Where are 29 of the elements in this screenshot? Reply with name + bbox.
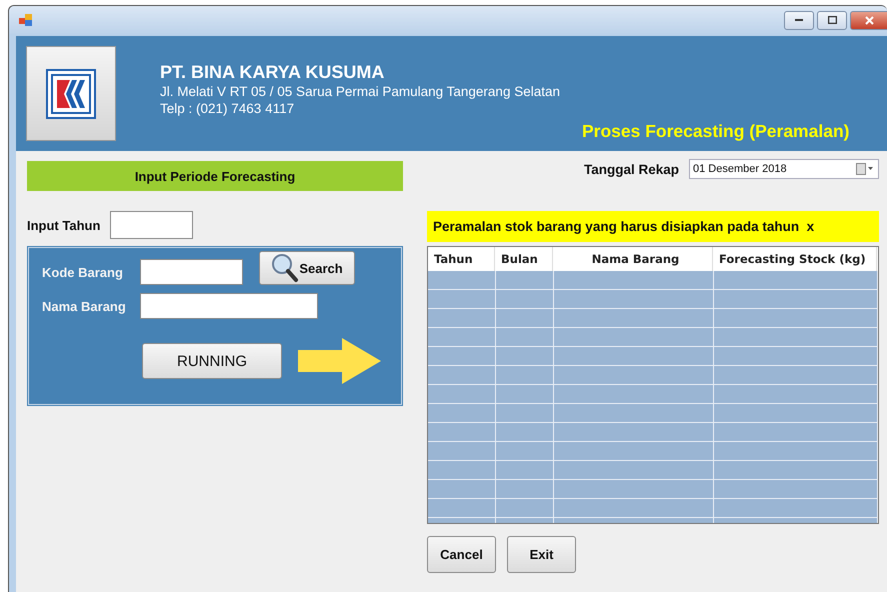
company-address: Jl. Melati V RT 05 / 05 Sarua Permai Pamulang Tangerang Selatan xyxy=(160,83,560,100)
date-picker[interactable]: 01 Desember 2018 xyxy=(689,159,879,179)
field-label: Tanggal Rekap xyxy=(584,162,679,176)
close-button[interactable] xyxy=(850,10,887,30)
company-name: PT. BINA KARYA KUSUMA xyxy=(160,61,386,83)
minimize-icon xyxy=(795,19,803,21)
company-logo xyxy=(46,68,96,118)
input-field[interactable] xyxy=(110,211,194,239)
running-button[interactable]: RUNNING xyxy=(142,343,282,379)
calendar-dropdown-icon xyxy=(856,163,874,175)
field-label: Kode Barang xyxy=(42,264,124,280)
search-icon xyxy=(271,253,300,283)
input-field[interactable] xyxy=(140,259,243,285)
exit-button[interactable]: Exit xyxy=(507,536,576,573)
field-label: Input Tahun xyxy=(27,218,100,232)
form-title: Proses Forecasting (Peramalan) xyxy=(582,121,850,142)
arrow-icon xyxy=(298,338,382,384)
search-button[interactable]: Search xyxy=(259,251,355,285)
cancel-button[interactable]: Cancel xyxy=(427,536,496,573)
company-phone: Telp : (021) 7463 4117 xyxy=(160,100,296,117)
maximize-button[interactable] xyxy=(817,10,847,30)
field-label: Nama Barang xyxy=(42,298,127,314)
section-title: Input Periode Forecasting xyxy=(27,161,403,191)
input-field[interactable] xyxy=(140,293,318,319)
maximize-icon xyxy=(828,16,836,24)
app-icon xyxy=(19,14,33,26)
result-banner: Peramalan stok barang yang harus disiapkan pada tahun x xyxy=(427,211,879,242)
close-icon xyxy=(864,16,874,24)
minimize-button[interactable] xyxy=(784,10,814,30)
